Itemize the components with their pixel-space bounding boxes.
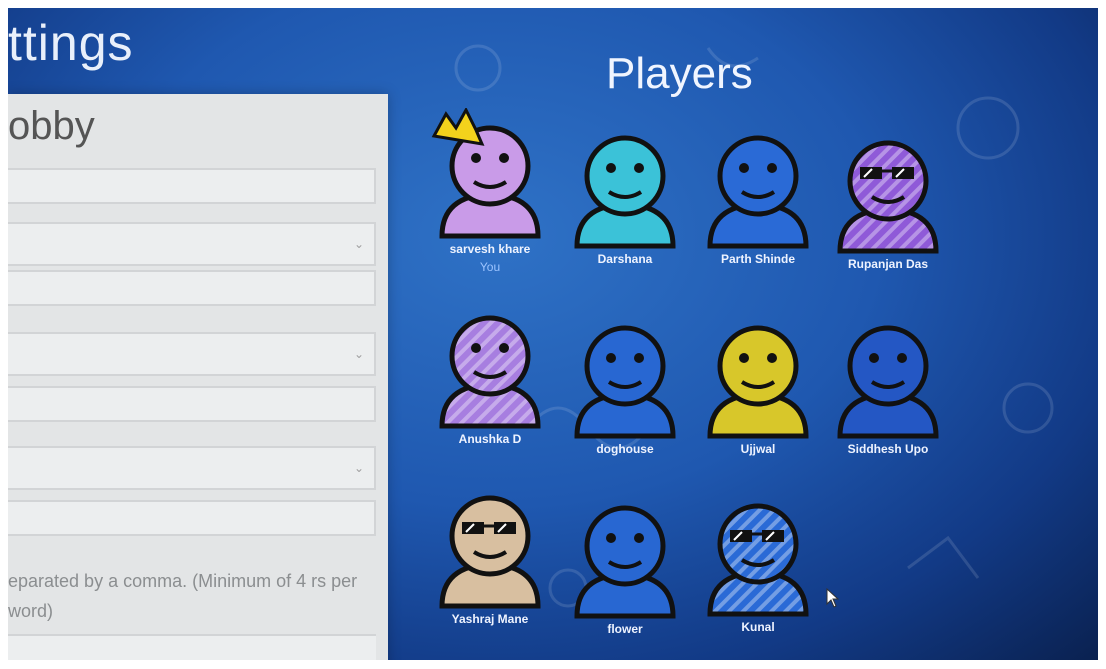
player-card[interactable]: Ujjwal [696,308,820,456]
game-screen: ttings obby ⌄ ⌄ ⌄ eparated by a comma. (… [8,8,1098,660]
player-avatar-icon [574,505,676,619]
custom-words-input[interactable] [8,634,376,660]
player-card[interactable]: flower [563,488,687,636]
setting-field-4[interactable] [8,500,376,536]
player-name: Siddhesh Upo [847,442,929,456]
chevron-down-icon: ⌄ [353,461,364,475]
setting-select-3[interactable]: ⌄ [8,446,376,490]
chevron-down-icon: ⌄ [353,237,364,251]
player-avatar-icon [439,315,541,429]
player-card[interactable]: sarvesh khare You [428,108,552,274]
settings-title: ttings [8,15,134,71]
setting-field-3[interactable] [8,386,376,422]
player-name: flower [607,622,643,636]
player-card[interactable]: Parth Shinde [696,118,820,266]
player-name: Anushka D [458,432,522,446]
player-card[interactable]: doghouse [563,308,687,456]
custom-words-hint: eparated by a comma. (Minimum of 4 rs pe… [8,571,358,621]
player-card[interactable]: Siddhesh Upo [826,308,950,456]
settings-panel: obby ⌄ ⌄ ⌄ eparated by a comma. (Minimum… [8,94,388,660]
player-avatar-icon [431,108,541,239]
lobby-field-1[interactable] [8,168,376,204]
player-card[interactable]: Kunal [696,486,820,634]
player-name: Rupanjan Das [847,257,928,271]
mouse-cursor-icon [826,588,840,608]
player-card[interactable]: Rupanjan Das [826,123,950,271]
player-name: Ujjwal [740,442,776,456]
player-card[interactable]: Yashraj Mane [428,478,552,626]
player-card[interactable]: Anushka D [428,298,552,446]
player-avatar-icon [439,495,541,609]
player-name: Parth Shinde [720,252,795,266]
setting-select-1[interactable]: ⌄ [8,222,376,266]
player-avatar-icon [707,503,809,617]
player-avatar-icon [837,140,939,254]
player-avatar-icon [707,135,809,249]
player-card[interactable]: Darshana [563,118,687,266]
player-name: Yashraj Mane [451,612,529,626]
setting-field-2[interactable] [8,270,376,306]
player-you-label: You [479,260,501,274]
setting-select-2[interactable]: ⌄ [8,332,376,376]
player-name: Darshana [597,252,653,266]
player-avatar-icon [574,135,676,249]
player-name: Kunal [741,620,775,634]
player-name: doghouse [596,442,654,456]
player-avatar-icon [837,325,939,439]
lobby-heading: obby [8,104,95,148]
player-name: sarvesh khare [449,242,531,256]
players-title: Players [606,49,753,98]
player-avatar-icon [707,325,809,439]
chevron-down-icon: ⌄ [353,347,364,361]
player-avatar-icon [574,325,676,439]
